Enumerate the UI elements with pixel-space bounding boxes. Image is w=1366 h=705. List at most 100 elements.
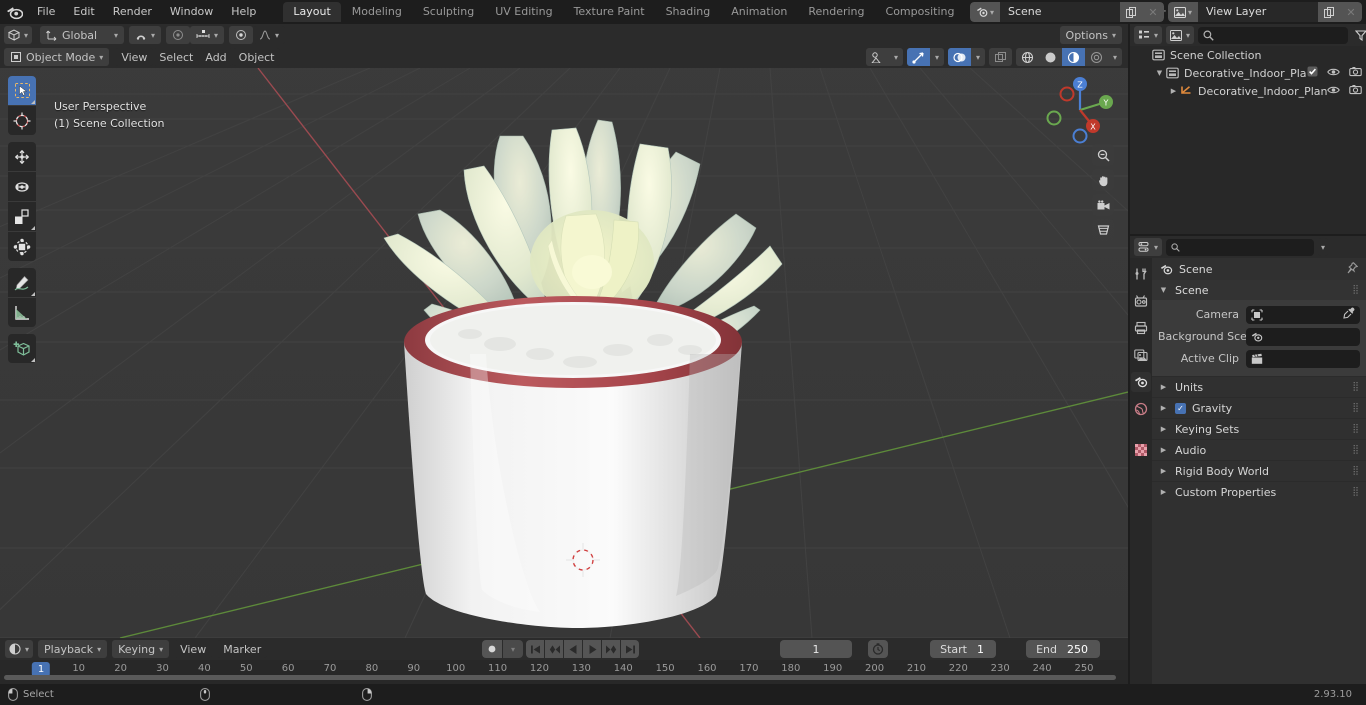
timeline-editor-type-button[interactable]: ▾ [5,640,34,658]
timeline-horizontal-scrollbar[interactable] [4,675,1116,680]
visibility-eye-icon[interactable] [1327,67,1340,80]
panel-header-scene[interactable]: ▼ Scene ⣿ [1152,280,1366,300]
panel-header-keying-sets[interactable]: ▶ Keying Sets ⣿ [1152,418,1366,439]
render-camera-icon[interactable] [1349,84,1362,98]
unlink-scene-button[interactable]: ✕ [1142,2,1164,22]
visibility-chevron-icon[interactable]: ▾ [889,48,903,66]
outliner-display-mode-button[interactable]: ▾ [1166,26,1195,44]
annotate-tool[interactable] [8,268,36,297]
eyedropper-icon[interactable] [1343,307,1355,322]
properties-filter-chevron-icon[interactable]: ▾ [1318,238,1329,256]
timeline-marker-menu[interactable]: Marker [217,640,268,658]
shading-chevron-icon[interactable]: ▾ [1108,48,1122,66]
outliner-search-input[interactable] [1218,29,1344,41]
visibility-eye-icon[interactable] [1327,85,1340,98]
render-camera-icon[interactable] [1349,66,1362,80]
overlays-toggle-group[interactable]: ▾ [947,48,985,66]
workspace-tab-texture-paint[interactable]: Texture Paint [564,2,655,22]
use-preview-range-button[interactable] [868,640,888,658]
interaction-mode-dropdown[interactable]: Object Mode ▾ [4,48,110,66]
viewport-menu-add[interactable]: Add [199,48,233,66]
menu-render[interactable]: Render [104,3,161,21]
end-frame-field[interactable]: End 250 [1026,640,1100,658]
viewport-menu-object[interactable]: Object [232,48,281,66]
scene-icon[interactable]: ▾ [970,2,1000,22]
object-visibility-icon[interactable] [866,48,889,66]
cursor-tool[interactable] [8,106,36,135]
jump-to-next-keyframe-button[interactable] [602,640,620,658]
render-tab[interactable] [1131,291,1151,311]
properties-search-box[interactable] [1166,238,1315,256]
material-preview-shading-icon[interactable] [1061,48,1085,66]
viewport-menu-view[interactable]: View [115,48,154,66]
play-reverse-button[interactable] [564,640,582,658]
current-frame-field[interactable]: 1 [780,640,852,658]
viewlayer-datablock[interactable]: ▾ View Layer ✕ [1168,2,1362,22]
view-layer-tab[interactable] [1131,345,1151,365]
falloff-dropdown[interactable]: ▾ [253,26,286,44]
jump-to-end-button[interactable] [621,640,639,658]
viewport-menu-select[interactable]: Select [153,48,200,66]
transform-tool[interactable] [8,232,36,261]
texture-tab[interactable] [1131,440,1151,460]
properties-search-input[interactable] [1184,241,1310,253]
workspace-tab-sculpting[interactable]: Sculpting [413,2,484,22]
scene-name-field[interactable]: Scene [1000,2,1120,22]
properties-editor[interactable]: ▾ ▾ Scene ▼ Scene ⣿ Camera Background Sc… [1130,236,1366,684]
scene-tab[interactable] [1131,372,1151,392]
xray-toggle[interactable] [988,48,1012,66]
panel-header-rigid-body-world[interactable]: ▶ Rigid Body World ⣿ [1152,460,1366,481]
tweak-select-box-tool[interactable] [8,76,36,105]
camera-field[interactable] [1246,305,1360,324]
outliner-editor-type-button[interactable]: ▾ [1134,26,1163,44]
blender-logo-icon[interactable] [0,0,28,24]
rendered-shading-icon[interactable] [1085,48,1108,66]
outliner-row[interactable]: ▶ Decorative_Indoor_Plant_ [1130,82,1366,100]
workspace-tab-compositing[interactable]: Compositing [876,2,965,22]
auto-keying-toggle[interactable] [482,640,502,658]
measure-tool[interactable] [8,298,36,327]
workspace-tab-modeling[interactable]: Modeling [342,2,412,22]
gizmo-chevron-icon[interactable]: ▾ [930,48,944,66]
outliner-filter-button[interactable]: ▾ [1352,26,1366,44]
wireframe-shading-icon[interactable] [1016,48,1039,66]
outliner-editor[interactable]: ▾ ▾ ▾ Scene Collection ▼ Decorative_Indoor… [1130,24,1366,234]
workspace-tab-rendering[interactable]: Rendering [798,2,874,22]
menu-help[interactable]: Help [222,3,265,21]
play-button[interactable] [583,640,601,658]
jump-to-prev-keyframe-button[interactable] [545,640,563,658]
world-tab[interactable] [1131,399,1151,419]
keying-dropdown[interactable]: Keying ▾ [112,640,170,658]
expander-right-icon[interactable]: ▶ [1168,87,1179,95]
menu-edit[interactable]: Edit [64,3,103,21]
overlays-chevron-icon[interactable]: ▾ [971,48,985,66]
menu-file[interactable]: File [28,3,64,21]
workspace-tab-layout[interactable]: Layout [283,2,341,22]
panel-header-units[interactable]: ▶ Units ⣿ [1152,376,1366,397]
zoom-icon[interactable] [1092,144,1114,166]
outliner-checkbox[interactable] [1307,66,1318,80]
snap-magnet-button[interactable]: ▾ [129,26,162,44]
properties-editor-type-button[interactable]: ▾ [1134,238,1163,256]
outliner-row[interactable]: ▼ Decorative_Indoor_Plant [1130,64,1366,82]
toggle-perspective-icon[interactable] [1092,219,1114,241]
outliner-search-box[interactable] [1198,26,1349,44]
shading-mode-group[interactable]: ▾ [1015,48,1122,66]
proportional-editing-toggle[interactable] [229,26,254,44]
navigation-gizmo[interactable]: Z Y X [1044,74,1116,146]
gizmo-toggle-group[interactable]: ▾ [906,48,944,66]
add-cube-tool[interactable] [8,334,36,363]
viewlayer-name-field[interactable]: View Layer [1198,2,1318,22]
3d-viewport[interactable]: ▾ Global ▾ ▾ ▾ ▾ Options ▾ Object Mode ▾… [0,24,1128,638]
panel-header-custom-properties[interactable]: ▶ Custom Properties ⣿ [1152,481,1366,502]
scale-tool[interactable] [8,202,36,231]
output-tab[interactable] [1131,318,1151,338]
solid-shading-icon[interactable] [1039,48,1062,66]
outliner-row[interactable]: Scene Collection [1130,46,1366,64]
panel-checkbox[interactable]: ✓ [1175,402,1186,414]
move-tool[interactable] [8,142,36,171]
rotate-tool[interactable] [8,172,36,201]
playback-dropdown[interactable]: Playback ▾ [38,640,108,658]
scene-datablock[interactable]: ▾ Scene ✕ [970,2,1164,22]
snap-increment-button[interactable]: ▾ [190,26,225,44]
